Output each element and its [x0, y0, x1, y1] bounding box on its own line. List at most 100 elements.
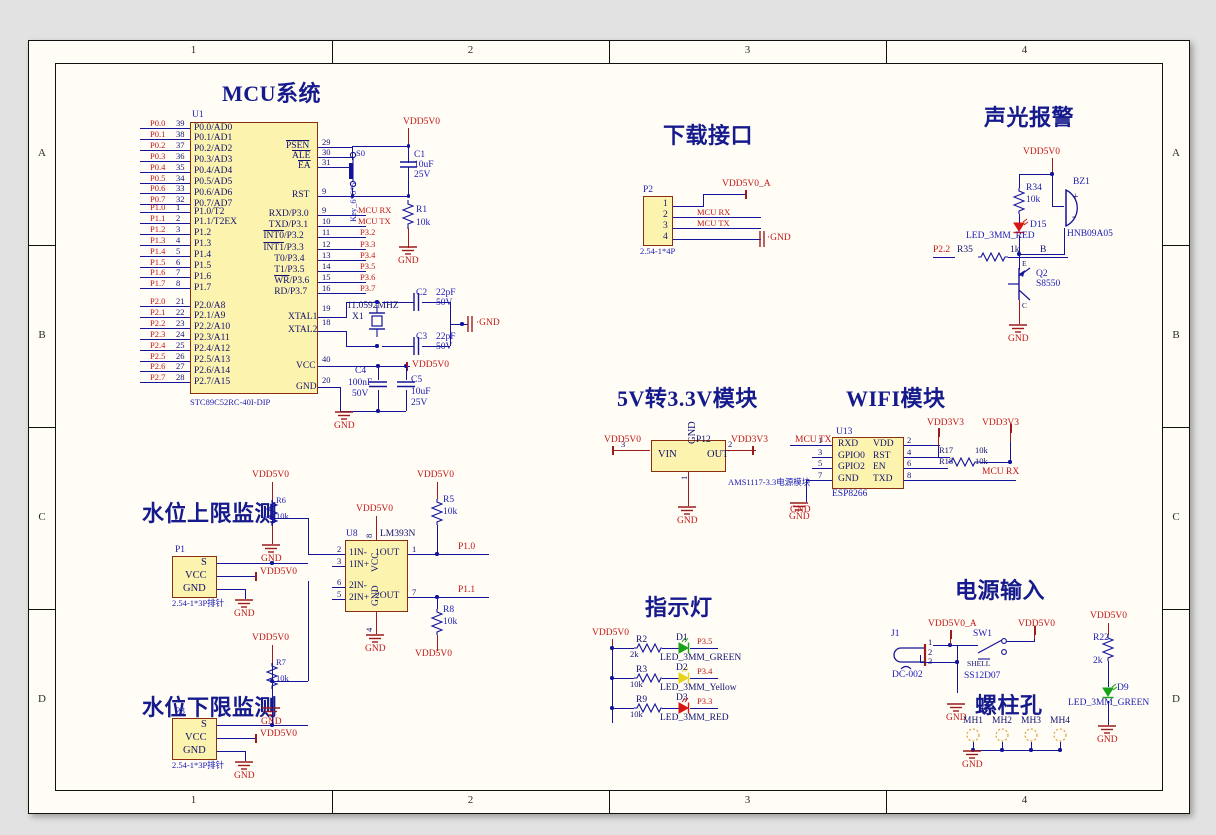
mcu-pin-name: P1.7: [194, 282, 212, 293]
mcu-pin-number: 33: [176, 183, 185, 194]
mcu-pin-name: P2.3/A11: [194, 333, 230, 344]
mcu-net-label: P3.3: [360, 238, 376, 249]
wire: [217, 751, 245, 753]
mcu-pin-name: RXD/P3.0: [268, 209, 309, 219]
wire: [406, 366, 408, 380]
ind-led-designator: D2: [676, 663, 688, 673]
mcu-pin-name: INT1/P3.3: [263, 242, 304, 253]
wire: [812, 468, 832, 470]
wifi-left-pin: GPIO2: [838, 462, 865, 473]
mcu-pin-number: 27: [176, 361, 185, 372]
wire: [318, 293, 366, 295]
wire: [790, 445, 814, 447]
r5-value: 10k: [443, 507, 458, 517]
junction-dot: [406, 144, 411, 148]
mcu-pin-name: EA: [298, 161, 311, 171]
c5-designator: C5: [411, 375, 423, 385]
p1-vcc-net: VDD5V0: [260, 567, 297, 577]
wire: [408, 554, 438, 556]
download-net-vdd: VDD5V0_A: [722, 179, 771, 189]
wire: [688, 472, 690, 506]
wh-power-label: VDD5V0: [252, 470, 289, 480]
wire: [318, 317, 346, 319]
wifi-designator: U13: [836, 427, 853, 437]
mcu-pin-number: 4: [176, 234, 181, 245]
q2-part: S8550: [1036, 279, 1061, 289]
wire: [318, 387, 340, 389]
r17-value: 10k: [975, 445, 988, 455]
alarm-input-net: P2.2: [933, 245, 951, 255]
wifi-net-rx: MCU RX: [982, 467, 1020, 477]
resistor-icon: [265, 500, 279, 526]
wire: [812, 479, 832, 481]
wire: [703, 239, 761, 241]
title-ldo: 5V转3.3V模块: [617, 386, 758, 411]
power-tick: [612, 446, 614, 455]
mounting-hole-icon: [966, 728, 980, 742]
mcu-pin-number: 6: [176, 256, 181, 267]
title-download: 下载接口: [663, 123, 754, 148]
c4-voltage: 50V: [352, 389, 369, 399]
mcu-net-label: MCU RX: [358, 205, 392, 215]
wire: [272, 482, 274, 500]
wire: [1008, 257, 1058, 259]
download-pin-number: 4: [663, 232, 668, 242]
wire: [612, 648, 614, 723]
ind-net-label: P3.4: [697, 666, 713, 676]
resistor-icon: [634, 672, 662, 684]
r1-designator: R1: [416, 205, 428, 215]
c5-value: 10uF: [411, 387, 431, 397]
mcu-pin-net: P2.0: [150, 296, 166, 306]
mcu-pin-name: P2.7/A15: [194, 376, 231, 387]
power-tick: [752, 446, 754, 455]
r1-value: 10k: [416, 218, 431, 228]
out2-net: P1.1: [458, 585, 476, 595]
mcu-pin-number: 1: [176, 202, 181, 212]
wire: [973, 750, 1061, 752]
wire: [1019, 174, 1021, 188]
reset-gnd-label: GND: [398, 256, 419, 266]
mcu-pin-number: 23: [176, 317, 185, 328]
wire: [690, 648, 718, 650]
pwr-led-power: VDD5V0: [1090, 611, 1127, 621]
u8-gnd-label: GND: [371, 585, 381, 606]
r35-designator: R35: [957, 245, 973, 255]
u8-out1-number: 1: [412, 544, 417, 554]
r34-designator: R34: [1026, 183, 1042, 193]
download-net-rx: MCU RX: [697, 207, 731, 217]
wire: [318, 331, 346, 333]
resistor-r1-icon: [401, 200, 415, 229]
wifi-right-pin: EN: [873, 462, 886, 473]
download-pin-number: 3: [663, 221, 668, 231]
mcu-pin-name: P2.0/A8: [194, 300, 226, 311]
mcu-pin-name: P0.1/AD1: [194, 133, 233, 144]
mcu-pin-name: P2.1/A9: [194, 311, 226, 322]
wire: [140, 382, 190, 384]
mcu-pin-net: P2.3: [150, 328, 166, 339]
wire: [703, 228, 761, 230]
u8-left-pin: 2IN-: [349, 581, 367, 591]
wire: [1108, 661, 1110, 687]
gnd-label: GND: [334, 421, 355, 431]
buzzer-icon: [1065, 188, 1078, 228]
wire: [378, 390, 380, 411]
ind-net-label: P3.5: [697, 636, 713, 646]
wire: [308, 581, 310, 681]
mcu-designator: U1: [192, 110, 204, 120]
wire: [920, 655, 922, 663]
wire: [140, 288, 190, 290]
mcu-pin-number: 9: [322, 205, 327, 215]
mcu-pin-name: P1.5: [194, 261, 212, 271]
mcu-pin-number: 19: [322, 303, 331, 313]
wire: [703, 194, 747, 196]
mcu-pin-name: XTAL1: [288, 312, 318, 322]
wire: [406, 390, 408, 411]
wire: [1058, 257, 1068, 259]
ind-led-part: LED_3MM_Yellow: [660, 683, 737, 693]
ldo-pin-vin: VIN: [658, 449, 677, 460]
mcu-pin-net: P0.5: [150, 172, 166, 183]
mcu-pin-net: P2.4: [150, 339, 166, 350]
wire: [217, 725, 308, 727]
wire: [1052, 174, 1054, 206]
wire: [272, 518, 308, 520]
